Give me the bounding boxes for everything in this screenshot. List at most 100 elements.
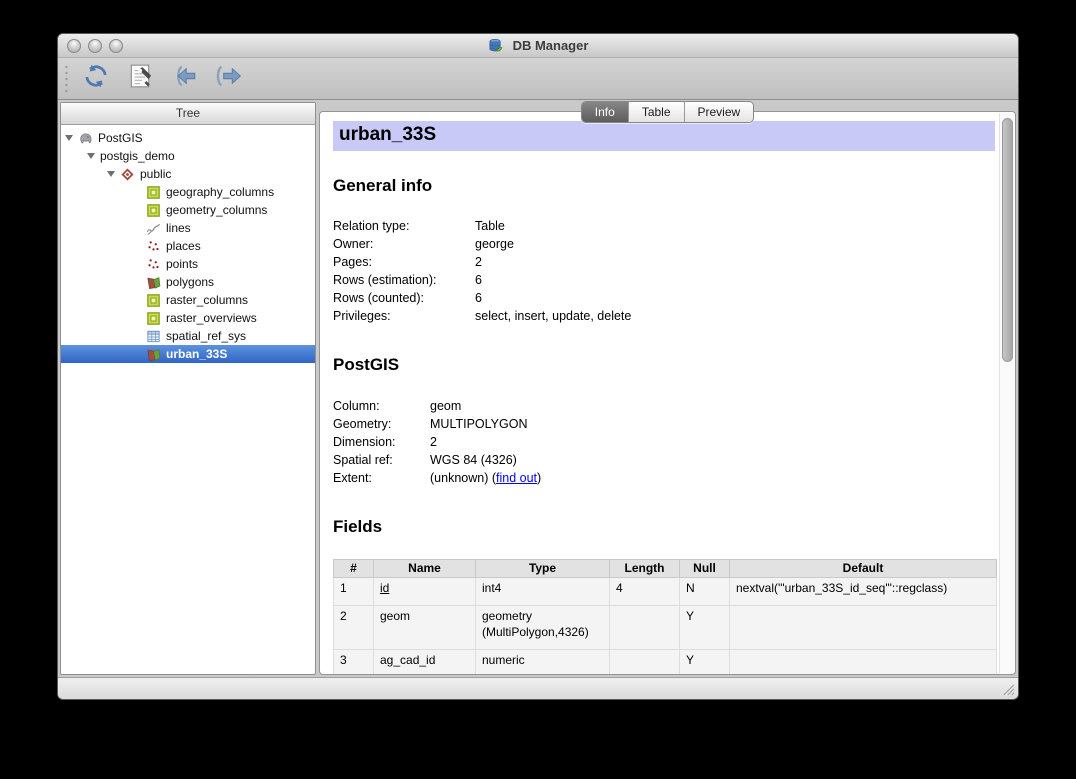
info-value: (unknown) (find out) — [430, 469, 541, 487]
field-num: 1 — [334, 578, 374, 606]
status-bar — [58, 677, 1018, 699]
info-row: Dimension: 2 — [333, 433, 995, 451]
col-header-length: Length — [610, 560, 680, 578]
window-title-text: DB Manager — [513, 38, 589, 53]
fields-header-row: # Name Type Length Null Default — [334, 560, 997, 578]
vertical-scrollbar[interactable] — [999, 113, 1014, 673]
col-header-num: # — [334, 560, 374, 578]
tree-item-points[interactable]: points — [61, 255, 315, 273]
info-row: Spatial ref: WGS 84 (4326) — [333, 451, 995, 469]
tree-item-postgis[interactable]: PostGIS — [61, 129, 315, 147]
fields-table: # Name Type Length Null Default 1 — [333, 559, 997, 674]
tree-item-label: public — [140, 167, 171, 181]
info-label: Privileges: — [333, 307, 475, 325]
tree-item-public[interactable]: public — [61, 165, 315, 183]
tree-item-raster-overviews[interactable]: raster_overviews — [61, 309, 315, 327]
tree-item-postgis-demo[interactable]: postgis_demo — [61, 147, 315, 165]
info-value: 6 — [475, 289, 482, 307]
import-layer-icon — [170, 63, 198, 94]
table-title: urban_33S — [333, 121, 995, 151]
tree-item-label: lines — [166, 221, 191, 235]
col-header-type: Type — [476, 560, 610, 578]
postgis-icon — [78, 131, 93, 146]
field-type: numeric — [476, 650, 610, 675]
info-label: Spatial ref: — [333, 451, 430, 469]
minimize-button[interactable] — [88, 39, 102, 53]
info-document: urban_33S General info Relation type: Ta… — [320, 112, 998, 674]
info-value: geom — [430, 397, 461, 415]
field-default — [730, 650, 997, 675]
table-icon — [146, 329, 161, 344]
field-length — [610, 650, 680, 675]
polygon-layer-icon — [146, 275, 161, 290]
tree-item-label: postgis_demo — [100, 149, 175, 163]
export-layer-button[interactable] — [213, 64, 243, 94]
tree-item-spatial-ref-sys[interactable]: spatial_ref_sys — [61, 327, 315, 345]
postgis-section: Column: geom Geometry: MULTIPOLYGON Dime… — [333, 397, 995, 487]
disclosure-triangle[interactable] — [87, 153, 95, 159]
field-num: 2 — [334, 606, 374, 650]
col-header-default: Default — [730, 560, 997, 578]
info-label: Relation type: — [333, 217, 475, 235]
tree-item-label: points — [166, 257, 198, 271]
schema-icon — [120, 167, 135, 182]
info-value: 2 — [430, 433, 437, 451]
import-layer-button[interactable] — [169, 64, 199, 94]
info-label: Geometry: — [333, 415, 430, 433]
extent-prefix: (unknown) ( — [430, 471, 496, 485]
refresh-button[interactable] — [81, 64, 111, 94]
database-tree[interactable]: PostGIS postgis_demo public — [61, 125, 315, 674]
layer-square-icon — [146, 203, 161, 218]
postgis-heading: PostGIS — [333, 355, 995, 375]
tree-item-geometry-columns[interactable]: geometry_columns — [61, 201, 315, 219]
info-value: 2 — [475, 253, 482, 271]
fields-heading: Fields — [333, 517, 995, 537]
field-null: Y — [680, 606, 730, 650]
field-name: ag_cad_id — [374, 650, 476, 675]
scrollbar-thumb[interactable] — [1002, 118, 1013, 362]
window-title: DB Manager — [488, 38, 589, 53]
tree-item-polygons[interactable]: polygons — [61, 273, 315, 291]
tree-item-urban-33s[interactable]: urban_33S — [61, 345, 315, 363]
tree-item-label: PostGIS — [98, 131, 143, 145]
info-row: Relation type: Table — [333, 217, 995, 235]
tree-item-geography-columns[interactable]: geography_columns — [61, 183, 315, 201]
tree-item-label: spatial_ref_sys — [166, 329, 246, 343]
extent-suffix: ) — [537, 471, 541, 485]
detail-pane: Info Table Preview urban_33S General inf… — [319, 100, 1016, 675]
disclosure-triangle[interactable] — [65, 135, 73, 141]
field-null: N — [680, 578, 730, 606]
info-row: Privileges: select, insert, update, dele… — [333, 307, 995, 325]
tab-info[interactable]: Info — [582, 102, 629, 122]
tab-strip: Info Table Preview — [319, 101, 1016, 123]
sql-window-button[interactable] — [125, 64, 155, 94]
info-label: Rows (counted): — [333, 289, 475, 307]
toolbar-drag-handle[interactable] — [64, 64, 69, 94]
tree-item-raster-columns[interactable]: raster_columns — [61, 291, 315, 309]
info-label: Rows (estimation): — [333, 271, 475, 289]
sql-window-icon — [128, 63, 152, 94]
layer-square-icon — [146, 293, 161, 308]
tree-item-lines[interactable]: lines — [61, 219, 315, 237]
tab-preview[interactable]: Preview — [685, 102, 754, 122]
toolbar — [58, 58, 1018, 100]
disclosure-triangle[interactable] — [107, 171, 115, 177]
tab-table[interactable]: Table — [629, 102, 685, 122]
zoom-button[interactable] — [109, 39, 123, 53]
info-content-pane: urban_33S General info Relation type: Ta… — [319, 111, 1016, 675]
info-value: select, insert, update, delete — [475, 307, 631, 325]
resize-grip-icon[interactable] — [1002, 683, 1015, 696]
col-header-null: Null — [680, 560, 730, 578]
info-row-extent: Extent: (unknown) (find out) — [333, 469, 995, 487]
info-row: Column: geom — [333, 397, 995, 415]
layer-square-icon — [146, 311, 161, 326]
point-layer-icon — [146, 239, 161, 254]
db-manager-window: DB Manager Tree — [57, 33, 1019, 700]
title-bar[interactable]: DB Manager — [58, 34, 1018, 58]
field-name: geom — [374, 606, 476, 650]
info-label: Column: — [333, 397, 430, 415]
close-button[interactable] — [67, 39, 81, 53]
general-info-heading: General info — [333, 176, 995, 196]
tree-item-places[interactable]: places — [61, 237, 315, 255]
find-out-link[interactable]: find out — [496, 471, 537, 485]
